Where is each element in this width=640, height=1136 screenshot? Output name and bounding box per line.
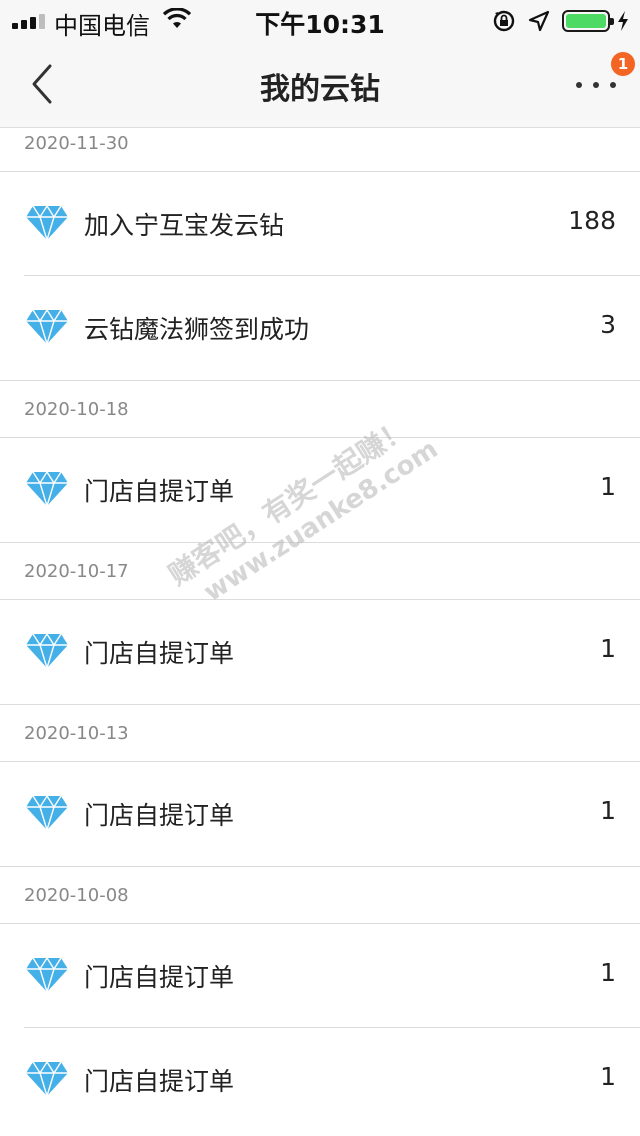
- date-header: 2020-10-08: [0, 866, 640, 924]
- navigation-bar: 我的云钻 1: [0, 40, 640, 128]
- date-header: 2020-10-17: [0, 542, 640, 600]
- item-value: 1: [600, 634, 616, 663]
- item-label: 云钻魔法狮签到成功: [84, 315, 310, 344]
- diamond-icon: [24, 956, 70, 995]
- date-header: 2020-11-30: [0, 128, 640, 172]
- diamond-icon: [24, 632, 70, 671]
- item-label: 门店自提订单: [84, 801, 235, 830]
- battery-icon: [562, 10, 614, 32]
- item-label: 门店自提订单: [84, 639, 235, 668]
- item-label: 门店自提订单: [84, 963, 235, 992]
- diamond-icon: [24, 308, 70, 347]
- transaction-list: 2020-11-30 加入宁互宝发云钻 188 云钻魔法狮签到成功 3 2020-10-1…: [0, 128, 640, 1132]
- status-bar: 中国电信 下午10:31: [0, 0, 640, 40]
- date-header: 2020-10-18: [0, 380, 640, 438]
- page-title: 我的云钻: [260, 72, 380, 107]
- diamond-icon: [24, 1060, 70, 1099]
- item-value: 188: [568, 206, 616, 235]
- list-item[interactable]: 门店自提订单 1: [0, 438, 640, 542]
- item-label: 门店自提订单: [84, 477, 235, 506]
- item-label: 加入宁互宝发云钻: [84, 211, 285, 240]
- item-value: 1: [600, 472, 616, 501]
- item-value: 1: [600, 1062, 616, 1091]
- more-options-icon[interactable]: [574, 76, 618, 92]
- list-item[interactable]: 门店自提订单 1: [0, 1028, 640, 1132]
- item-value: 3: [600, 310, 616, 339]
- charging-bolt-icon: [618, 11, 628, 31]
- item-value: 1: [600, 958, 616, 987]
- diamond-icon: [24, 794, 70, 833]
- list-item[interactable]: 门店自提订单 1: [0, 762, 640, 866]
- location-arrow-icon: [528, 10, 550, 32]
- notification-badge: 1: [611, 52, 635, 76]
- list-item[interactable]: 云钻魔法狮签到成功 3: [0, 276, 640, 380]
- list-item[interactable]: 加入宁互宝发云钻 188: [0, 172, 640, 276]
- diamond-icon: [24, 204, 70, 243]
- item-value: 1: [600, 796, 616, 825]
- list-item[interactable]: 门店自提订单 1: [0, 600, 640, 704]
- diamond-icon: [24, 470, 70, 509]
- item-label: 门店自提订单: [84, 1067, 235, 1096]
- date-header: 2020-10-13: [0, 704, 640, 762]
- list-item[interactable]: 门店自提订单 1: [0, 924, 640, 1028]
- orientation-lock-icon: [493, 10, 515, 32]
